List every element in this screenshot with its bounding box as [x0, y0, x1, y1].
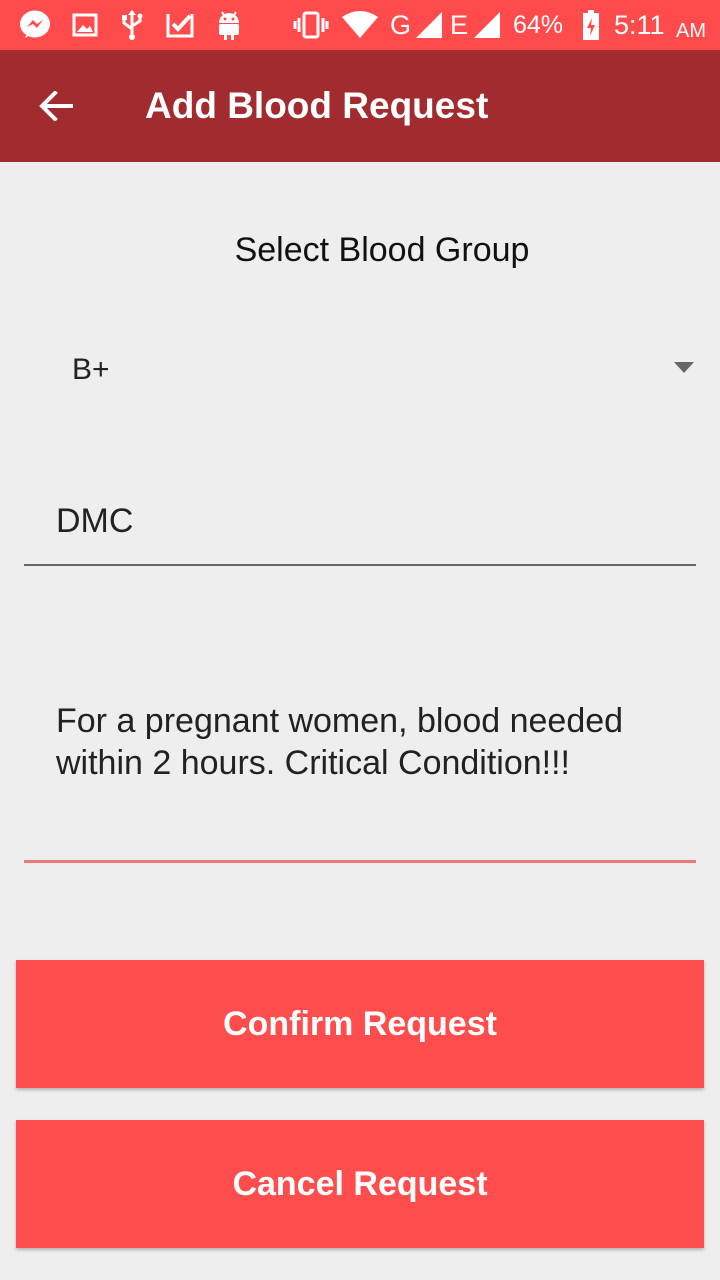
check-app-icon [164, 9, 196, 41]
back-arrow-icon [39, 91, 73, 121]
back-button[interactable] [20, 74, 92, 138]
battery-charging-icon [580, 9, 602, 41]
page-title: Add Blood Request [145, 85, 489, 126]
details-field[interactable]: For a pregnant women, blood needed withi… [24, 690, 696, 866]
usb-icon [118, 9, 146, 41]
clock-ampm: AM [676, 20, 706, 42]
battery-percent: 64% [513, 11, 564, 39]
clock-time: 5:11 [614, 10, 665, 40]
android-icon [214, 9, 244, 41]
signal-icon [472, 9, 502, 41]
network-type-g: G [390, 10, 412, 40]
blood-group-label: Select Blood Group [234, 231, 530, 269]
app-bar: Add Blood Request [0, 50, 720, 162]
blood-group-selected-value: B+ [72, 353, 110, 386]
wifi-icon [340, 9, 380, 41]
cancel-request-button[interactable]: Cancel Request [16, 1120, 704, 1248]
confirm-request-button[interactable]: Confirm Request [16, 960, 704, 1088]
messenger-icon [16, 9, 54, 41]
network-type-e: E [450, 10, 469, 40]
hospital-field-value: DMC [56, 502, 134, 540]
status-bar: G E 64% 5:11 AM [0, 0, 720, 50]
vibrate-icon [292, 9, 330, 41]
hospital-field-underline [24, 564, 696, 566]
signal-icon [414, 9, 444, 41]
dropdown-arrow-icon [674, 362, 694, 373]
hospital-field[interactable]: DMC [24, 490, 696, 570]
gallery-icon [70, 9, 100, 41]
details-field-value: For a pregnant women, blood needed withi… [56, 702, 624, 782]
details-field-underline [24, 860, 696, 863]
blood-group-dropdown[interactable]: B+ [40, 330, 704, 410]
